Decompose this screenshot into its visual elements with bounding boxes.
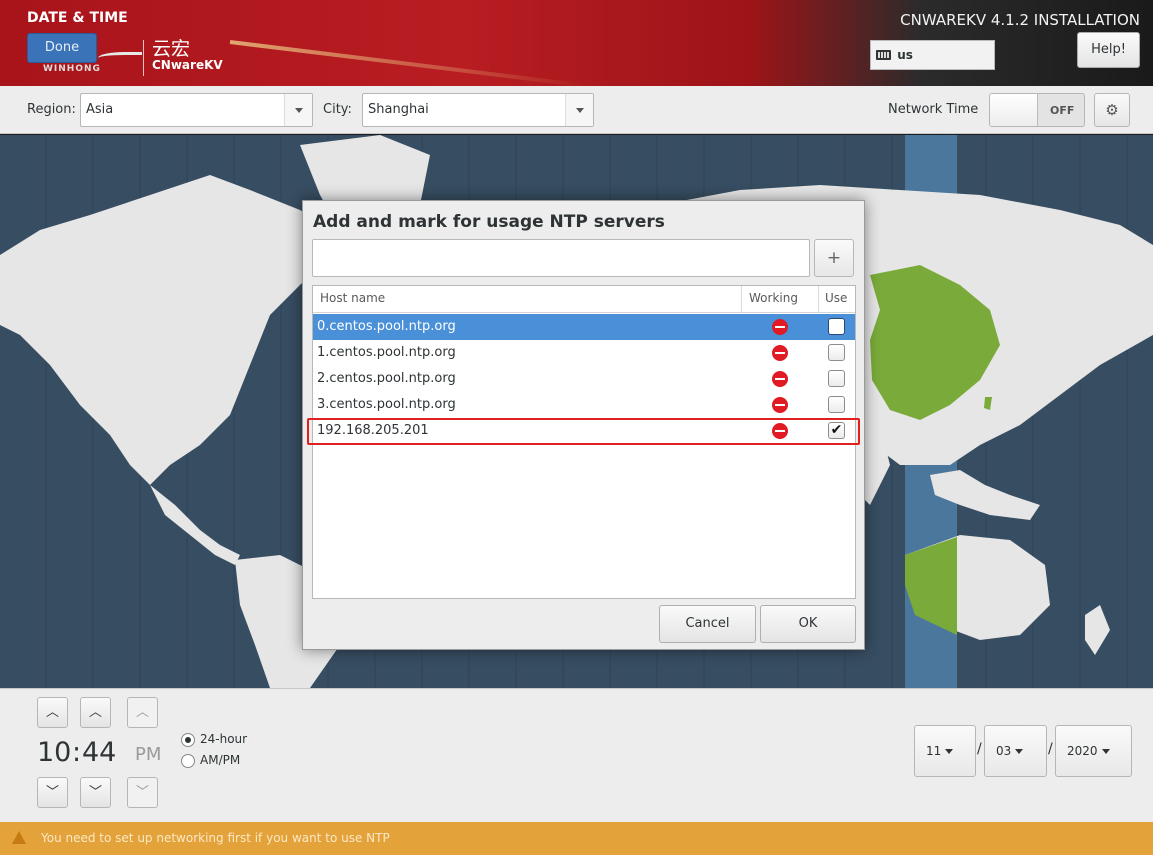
chevron-down-icon: ﹀: [135, 785, 149, 800]
city-label: City:: [323, 102, 352, 117]
chevron-up-icon: ︿: [45, 705, 59, 720]
chevron-down-icon: ﹀: [45, 785, 59, 800]
month-dropdown[interactable]: 11: [914, 725, 976, 777]
format-24h-radio[interactable]: [181, 733, 195, 747]
no-entry-icon: [772, 397, 788, 413]
location-toolbar: Region: Asia City: Shanghai Network Time…: [0, 86, 1153, 134]
table-row[interactable]: 2.centos.pool.ntp.org: [313, 366, 855, 392]
column-separator: [818, 286, 819, 313]
city-dropdown[interactable]: Shanghai: [362, 93, 594, 127]
time-ampm: PM: [135, 744, 162, 765]
toggle-knob: [990, 94, 1038, 126]
ampm-down-button[interactable]: ﹀: [127, 777, 158, 808]
column-separator: [741, 286, 742, 313]
logo-cn-text: 云宏: [152, 38, 191, 60]
warning-icon: [12, 831, 26, 844]
no-entry-icon: [772, 423, 788, 439]
no-entry-icon: [772, 319, 788, 335]
ntp-servers-dialog: Add and mark for usage NTP servers + Hos…: [302, 200, 865, 650]
format-ampm-radio[interactable]: [181, 754, 195, 768]
keyboard-layout-indicator[interactable]: us: [870, 40, 995, 70]
use-checkbox[interactable]: [828, 396, 845, 413]
logo-brand-text: WINHONG: [43, 64, 101, 74]
year-dropdown[interactable]: 2020: [1055, 725, 1132, 777]
ampm-up-button[interactable]: ︿: [127, 697, 158, 728]
chevron-down-icon: [1015, 749, 1024, 754]
use-checkbox[interactable]: [828, 370, 845, 387]
cancel-button[interactable]: Cancel: [659, 605, 756, 643]
day-dropdown[interactable]: 03: [984, 725, 1047, 777]
chevron-down-icon: [565, 94, 593, 126]
table-row[interactable]: 3.centos.pool.ntp.org: [313, 392, 855, 418]
chevron-down-icon: [945, 749, 954, 754]
date-separator: /: [1048, 741, 1053, 757]
region-label: Region:: [27, 102, 76, 117]
logo-divider: [143, 40, 144, 76]
network-time-label: Network Time: [888, 102, 979, 117]
chevron-down-icon: [1101, 749, 1110, 754]
ntp-settings-button[interactable]: ⚙: [1094, 93, 1130, 127]
use-checkbox[interactable]: [828, 318, 845, 335]
keyboard-icon: [876, 50, 891, 60]
host-name-cell[interactable]: 192.168.205.201: [317, 423, 429, 438]
warning-bar: You need to set up networking first if y…: [0, 822, 1153, 855]
region-dropdown[interactable]: Asia: [80, 93, 313, 127]
host-name-cell[interactable]: 1.centos.pool.ntp.org: [317, 345, 456, 360]
network-time-toggle[interactable]: OFF: [989, 93, 1085, 127]
table-row[interactable]: 0.centos.pool.ntp.org: [313, 314, 855, 340]
help-button[interactable]: Help!: [1077, 32, 1140, 68]
keyboard-layout-label: us: [897, 48, 913, 62]
column-working[interactable]: Working: [749, 291, 798, 305]
ntp-server-table: Host name Working Use 0.centos.pool.ntp.…: [307, 285, 860, 599]
gear-icon: ⚙: [1105, 101, 1119, 119]
host-name-cell[interactable]: 3.centos.pool.ntp.org: [317, 397, 456, 412]
no-entry-icon: [772, 345, 788, 361]
format-24h-label: 24-hour: [200, 732, 248, 746]
year-value: 2020: [1067, 744, 1098, 758]
no-entry-icon: [772, 371, 788, 387]
month-value: 11: [926, 744, 942, 758]
logo-swoosh: [98, 52, 142, 62]
time-minutes: 44: [82, 737, 117, 768]
use-checkbox[interactable]: ✔: [828, 422, 845, 439]
installation-title: CNWAREKV 4.1.2 INSTALLATION: [900, 11, 1140, 29]
chevron-up-icon: ︿: [135, 705, 149, 720]
table-row[interactable]: 192.168.205.201 ✔: [313, 418, 855, 444]
hour-up-button[interactable]: ︿: [37, 697, 68, 728]
chevron-down-icon: [284, 94, 312, 126]
done-button[interactable]: Done: [27, 33, 97, 63]
host-name-cell[interactable]: 2.centos.pool.ntp.org: [317, 371, 456, 386]
time-separator: :: [72, 737, 82, 768]
date-separator: /: [977, 741, 982, 757]
dialog-title: Add and mark for usage NTP servers: [313, 212, 665, 232]
use-checkbox[interactable]: [828, 344, 845, 361]
host-name-cell[interactable]: 0.centos.pool.ntp.org: [317, 319, 456, 334]
format-ampm-label: AM/PM: [200, 753, 241, 767]
hour-down-button[interactable]: ﹀: [37, 777, 68, 808]
chevron-down-icon: ﹀: [88, 785, 102, 800]
minute-down-button[interactable]: ﹀: [80, 777, 111, 808]
city-value: Shanghai: [368, 102, 429, 117]
time-hours: 10: [37, 737, 72, 768]
chevron-up-icon: ︿: [88, 705, 102, 720]
add-server-button[interactable]: +: [814, 239, 854, 277]
column-use[interactable]: Use: [825, 291, 847, 305]
minute-up-button[interactable]: ︿: [80, 697, 111, 728]
header-bar: DATE & TIME Done WINHONG 云宏 CNwareKV CNW…: [0, 0, 1153, 88]
table-row[interactable]: 1.centos.pool.ntp.org: [313, 340, 855, 366]
toggle-state-label: OFF: [1050, 104, 1075, 117]
ok-button[interactable]: OK: [760, 605, 856, 643]
time-date-panel: ︿ ︿ ︿ 10 : 44 PM 24-hour AM/PM ﹀ ﹀ ﹀ 11 …: [0, 688, 1153, 822]
table-header: Host name Working Use: [313, 286, 855, 313]
column-host-name[interactable]: Host name: [320, 291, 385, 305]
region-value: Asia: [86, 102, 114, 117]
day-value: 03: [996, 744, 1012, 758]
header-decoration: [229, 40, 588, 88]
logo-en-text: CNwareKV: [152, 58, 223, 72]
warning-text: You need to set up networking first if y…: [41, 831, 390, 845]
ntp-server-input[interactable]: [312, 239, 810, 277]
page-title: DATE & TIME: [27, 10, 128, 26]
